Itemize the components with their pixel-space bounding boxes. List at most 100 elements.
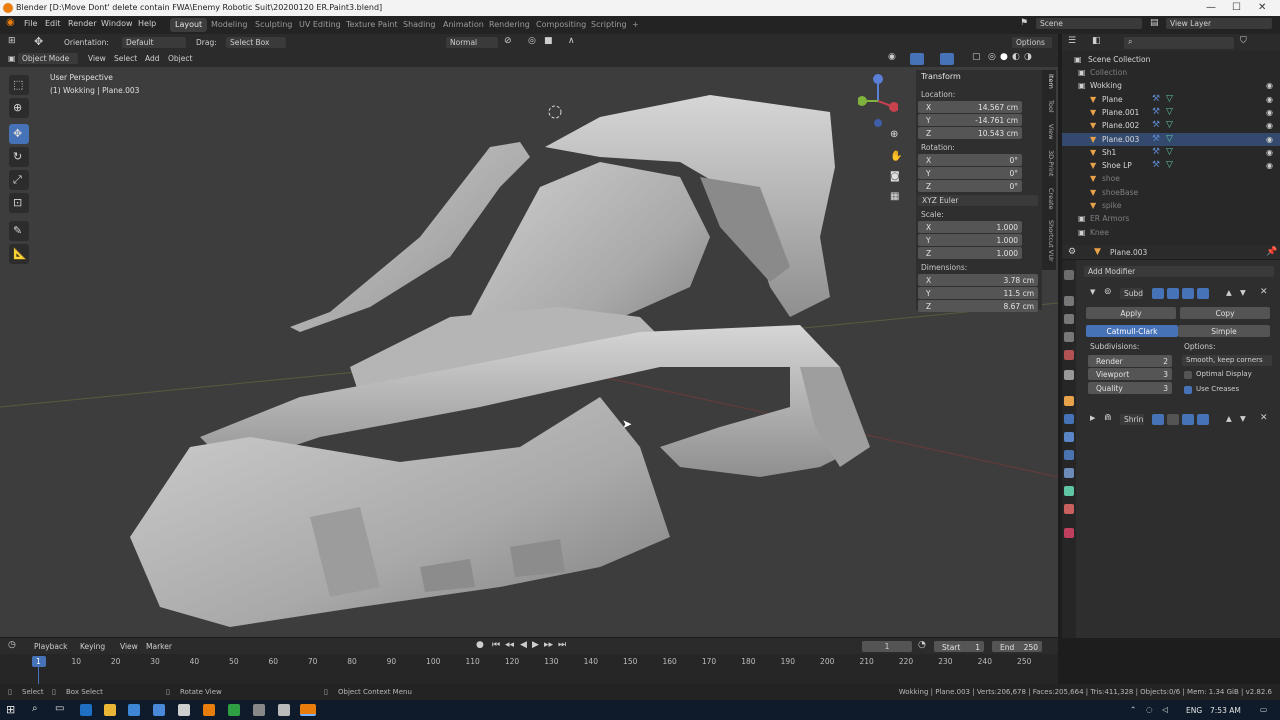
- search-taskbar-icon[interactable]: ⌕: [32, 703, 38, 714]
- mod1-cage-toggle[interactable]: [1197, 288, 1209, 299]
- constraints-tab-icon[interactable]: [1064, 468, 1074, 478]
- outliner-scene-collection[interactable]: ▣ Scene Collection: [1062, 53, 1280, 66]
- store-icon[interactable]: [128, 704, 140, 716]
- mod1-viewport-toggle[interactable]: [1167, 288, 1179, 299]
- menu-select[interactable]: Select: [114, 54, 137, 63]
- tab-modeling[interactable]: Modeling: [206, 18, 252, 32]
- blender-taskbar-icon-active[interactable]: [300, 704, 316, 716]
- visibility-eye-icon[interactable]: ◉: [1266, 95, 1273, 104]
- outliner-row[interactable]: ▣ Knee: [1062, 226, 1280, 239]
- outliner-row[interactable]: ▼ Plane.003 ⚒ ▽ ◉: [1062, 132, 1280, 146]
- visibility-eye-icon[interactable]: ◉: [1266, 135, 1273, 144]
- overlay-square-icon[interactable]: ■: [544, 36, 553, 46]
- tab-shortcut-vur[interactable]: Shortcut VUr: [1043, 220, 1055, 262]
- rotation-mode-dropdown[interactable]: XYZ Euler: [918, 195, 1038, 206]
- editor-type-icon[interactable]: ⊞: [8, 36, 16, 46]
- timeline-ruler[interactable]: 1 10 20 30 40 50 60 70 80 90 100 110 120 130 140 150 160…: [0, 654, 1058, 684]
- visibility-eye-icon[interactable]: ◉: [1266, 81, 1273, 90]
- scene-tab-icon[interactable]: [1064, 350, 1074, 360]
- outliner-row[interactable]: ▣ ER Armors: [1062, 212, 1280, 225]
- play-reverse-icon[interactable]: ◀: [520, 640, 527, 650]
- app-icon-1[interactable]: [178, 704, 190, 716]
- mesh-data-icon[interactable]: ▽: [1166, 120, 1173, 130]
- mod1-move-up-icon[interactable]: ▲: [1226, 288, 1232, 297]
- ortho-grid-icon[interactable]: ▦: [890, 191, 899, 202]
- marker-menu[interactable]: Marker: [142, 641, 178, 652]
- add-modifier-dropdown[interactable]: Add Modifier: [1084, 266, 1274, 277]
- mod1-name-field[interactable]: Subd: [1120, 288, 1143, 299]
- move-tool-button[interactable]: ✥: [9, 124, 29, 144]
- pin-icon[interactable]: 📌: [1266, 247, 1277, 257]
- tab-sculpting[interactable]: Sculpting: [250, 18, 297, 32]
- tab-compositing[interactable]: Compositing: [531, 18, 591, 32]
- cursor-tool-button[interactable]: ⊕: [9, 98, 29, 118]
- visibility-eye-icon[interactable]: ◉: [1266, 148, 1273, 157]
- 3d-viewport[interactable]: User Perspective (1) Wokking | Plane.003…: [0, 67, 1058, 637]
- jump-start-icon[interactable]: ⏮: [492, 640, 500, 650]
- mesh-data-icon[interactable]: ▽: [1166, 147, 1173, 157]
- visibility-icon[interactable]: ◉: [888, 52, 896, 62]
- scene-selector[interactable]: Scene: [1036, 18, 1142, 29]
- rotation-y-field[interactable]: Y 0°: [918, 167, 1022, 179]
- modifier-wrench-icon[interactable]: ⚒: [1152, 147, 1160, 157]
- tool-tab-icon[interactable]: [1064, 270, 1074, 280]
- rendered-shading-icon[interactable]: ◑: [1024, 52, 1032, 62]
- snap-icon[interactable]: ⊘: [504, 36, 512, 46]
- mod2-name-field[interactable]: Shrin: [1120, 414, 1144, 425]
- scale-z-field[interactable]: Z 1.000: [918, 247, 1022, 259]
- tab-texture-paint[interactable]: Texture Paint: [341, 18, 403, 32]
- quality-field[interactable]: Quality 3: [1088, 382, 1172, 394]
- outliner-row[interactable]: ▼ Plane.001 ⚒ ▽ ◉: [1062, 106, 1280, 119]
- tab-scripting[interactable]: Scripting: [586, 18, 632, 32]
- steam-icon[interactable]: [278, 704, 290, 716]
- outliner-search-input[interactable]: [1124, 37, 1234, 49]
- outliner-row[interactable]: ▼ shoeBase: [1062, 186, 1280, 199]
- catmull-clark-button[interactable]: Catmull-Clark: [1086, 325, 1178, 337]
- mod2-move-down-icon[interactable]: ▼: [1240, 414, 1246, 423]
- visibility-eye-icon[interactable]: ◉: [1266, 108, 1273, 117]
- notifications-icon[interactable]: ▭: [1260, 705, 1267, 714]
- material-tab-icon[interactable]: [1064, 504, 1074, 514]
- world-tab-icon[interactable]: [1064, 370, 1074, 380]
- outliner-row[interactable]: ▣ Collection: [1062, 66, 1280, 79]
- measure-tool-button[interactable]: 📐: [9, 244, 29, 264]
- rotate-tool-button[interactable]: ↻: [9, 147, 29, 167]
- tab-create[interactable]: Create: [1043, 188, 1055, 210]
- outliner-editor-icon[interactable]: ☰: [1068, 36, 1076, 46]
- tab-layout[interactable]: Layout: [170, 18, 208, 32]
- outliner-row[interactable]: ▼ Sh1 ⚒ ▽ ◉: [1062, 146, 1280, 159]
- menu-edit[interactable]: Edit: [45, 19, 61, 28]
- display-mode-icon[interactable]: ◧: [1092, 36, 1101, 46]
- mod1-remove-icon[interactable]: ✕: [1260, 287, 1268, 297]
- mod2-remove-icon[interactable]: ✕: [1260, 413, 1268, 423]
- mesh-data-icon[interactable]: ▽: [1166, 107, 1173, 117]
- view-layer-selector[interactable]: View Layer: [1166, 18, 1272, 29]
- solid-shading-icon[interactable]: ●: [1000, 52, 1008, 62]
- location-z-field[interactable]: Z 10.543 cm: [918, 127, 1022, 139]
- visibility-eye-icon[interactable]: ◉: [1266, 161, 1273, 170]
- mod2-expand-icon[interactable]: ▶: [1090, 414, 1095, 422]
- next-key-icon[interactable]: ▸▸: [544, 640, 553, 650]
- data-tab-icon[interactable]: [1064, 486, 1074, 496]
- menu-render[interactable]: Render: [68, 19, 96, 28]
- start-windows-icon[interactable]: ⊞: [6, 703, 15, 716]
- particles-tab-icon[interactable]: [1064, 432, 1074, 442]
- tab-rendering[interactable]: Rendering: [484, 18, 535, 32]
- modifier-wrench-icon[interactable]: ⚒: [1152, 160, 1160, 170]
- properties-editor-icon[interactable]: ⚙: [1068, 247, 1076, 257]
- simple-button[interactable]: Simple: [1178, 325, 1270, 337]
- menu-view[interactable]: View: [88, 54, 106, 63]
- menu-file[interactable]: File: [24, 19, 37, 28]
- mesh-data-icon[interactable]: ▽: [1166, 160, 1173, 170]
- xray-icon[interactable]: ▢: [972, 52, 981, 62]
- app-icon-2[interactable]: [253, 704, 265, 716]
- copy-button[interactable]: Copy: [1180, 307, 1270, 319]
- mod1-move-down-icon[interactable]: ▼: [1240, 288, 1246, 297]
- mod2-viewport-toggle[interactable]: [1167, 414, 1179, 425]
- edge-browser-icon[interactable]: [80, 704, 92, 716]
- uv-smooth-dropdown[interactable]: Smooth, keep corners: [1182, 355, 1272, 366]
- play-icon[interactable]: ▶: [532, 640, 539, 650]
- dimensions-z-field[interactable]: Z 8.67 cm: [918, 300, 1038, 312]
- location-y-field[interactable]: Y -14.761 cm: [918, 114, 1022, 126]
- overlay-toggle-button[interactable]: [940, 53, 954, 65]
